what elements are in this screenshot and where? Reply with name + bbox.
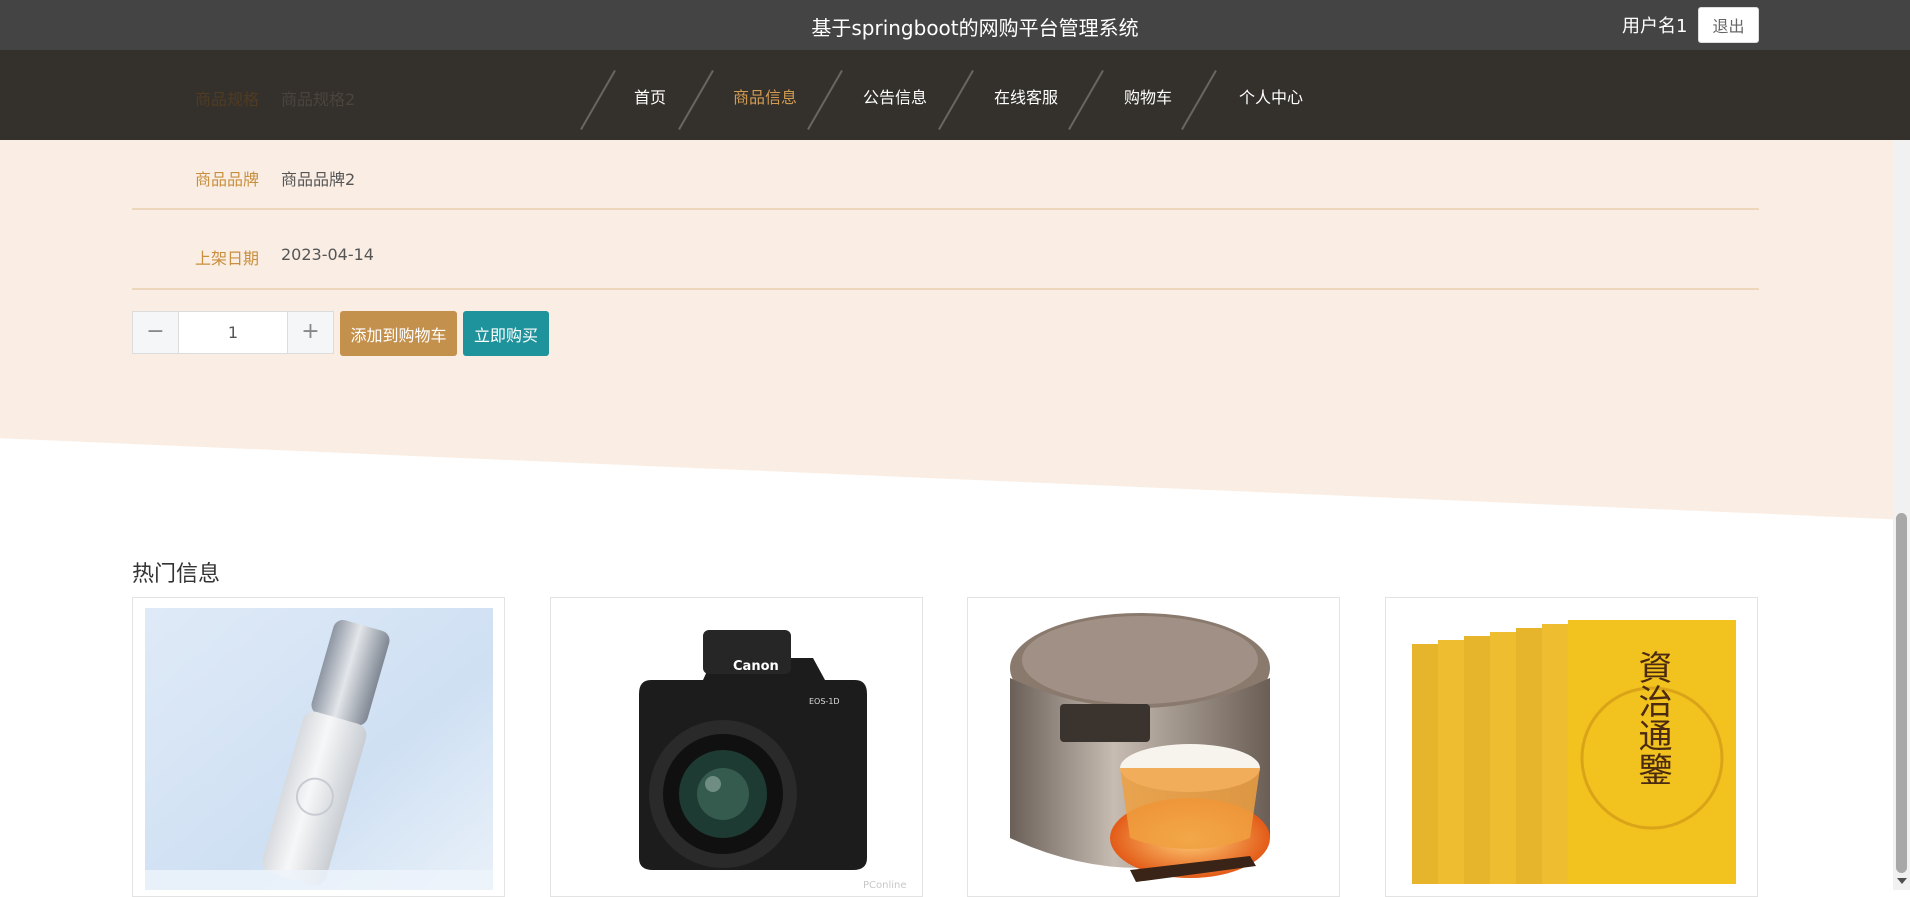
scrollbar-thumb[interactable]	[1896, 513, 1907, 873]
hot-item-card[interactable]: 資治通鑒	[1385, 597, 1758, 897]
top-header-bar: 基于springboot的网购平台管理系统 用户名1 退出	[0, 0, 1910, 50]
logout-button[interactable]: 退出	[1698, 7, 1759, 43]
nav-divider	[938, 70, 974, 130]
main-nav: 商品规格 商品规格2 首页 商品信息 公告信息 在线客服 购物车 个人中心	[0, 50, 1910, 140]
row-divider	[132, 208, 1759, 210]
hot-section-title: 热门信息	[132, 562, 221, 587]
nav-item-customer-service[interactable]: 在线客服	[994, 84, 1058, 108]
hot-item-card[interactable]: Canon EOS-1D PConline	[550, 597, 923, 897]
camera-image: Canon EOS-1D PConline	[563, 608, 911, 890]
hot-item-card[interactable]	[132, 597, 505, 897]
quantity-input[interactable]	[179, 312, 287, 353]
quantity-increase-button[interactable]: +	[287, 312, 333, 353]
nav-item-announcements[interactable]: 公告信息	[863, 84, 927, 108]
date-value: 2023-04-14	[281, 245, 374, 264]
nav-divider	[580, 70, 616, 130]
nav-divider	[1181, 70, 1217, 130]
watermark-text: PConline	[863, 880, 907, 890]
books-image: 資治通鑒	[1398, 608, 1746, 890]
hot-item-card[interactable]	[967, 597, 1340, 897]
serum-bottle-image	[145, 608, 493, 890]
row-divider	[132, 288, 1759, 290]
add-to-cart-button[interactable]: 添加到购物车	[340, 311, 457, 356]
quantity-decrease-button[interactable]: −	[133, 312, 179, 353]
date-label: 上架日期	[195, 249, 260, 268]
book-title-text: 資治通鑒	[1632, 650, 1672, 786]
spec-label-behind-nav: 商品规格	[195, 90, 260, 109]
nav-item-home[interactable]: 首页	[634, 84, 666, 108]
nav-item-products[interactable]: 商品信息	[733, 84, 797, 108]
spec-value-behind-nav: 商品规格2	[281, 90, 356, 109]
scroll-down-arrow-icon[interactable]	[1897, 878, 1907, 884]
brand-value: 商品品牌2	[281, 170, 356, 189]
quantity-stepper: − +	[132, 311, 334, 354]
rice-cooker-image	[980, 608, 1328, 890]
nav-item-profile[interactable]: 个人中心	[1239, 84, 1303, 108]
nav-divider	[1068, 70, 1104, 130]
username-label: 用户名1	[1622, 16, 1688, 37]
camera-model-text: EOS-1D	[809, 697, 840, 706]
nav-item-cart[interactable]: 购物车	[1124, 84, 1172, 108]
nav-divider	[678, 70, 714, 130]
camera-brand-text: Canon	[733, 659, 779, 674]
nav-divider	[807, 70, 843, 130]
brand-label: 商品品牌	[195, 170, 260, 189]
buy-now-button[interactable]: 立即购买	[463, 311, 549, 356]
